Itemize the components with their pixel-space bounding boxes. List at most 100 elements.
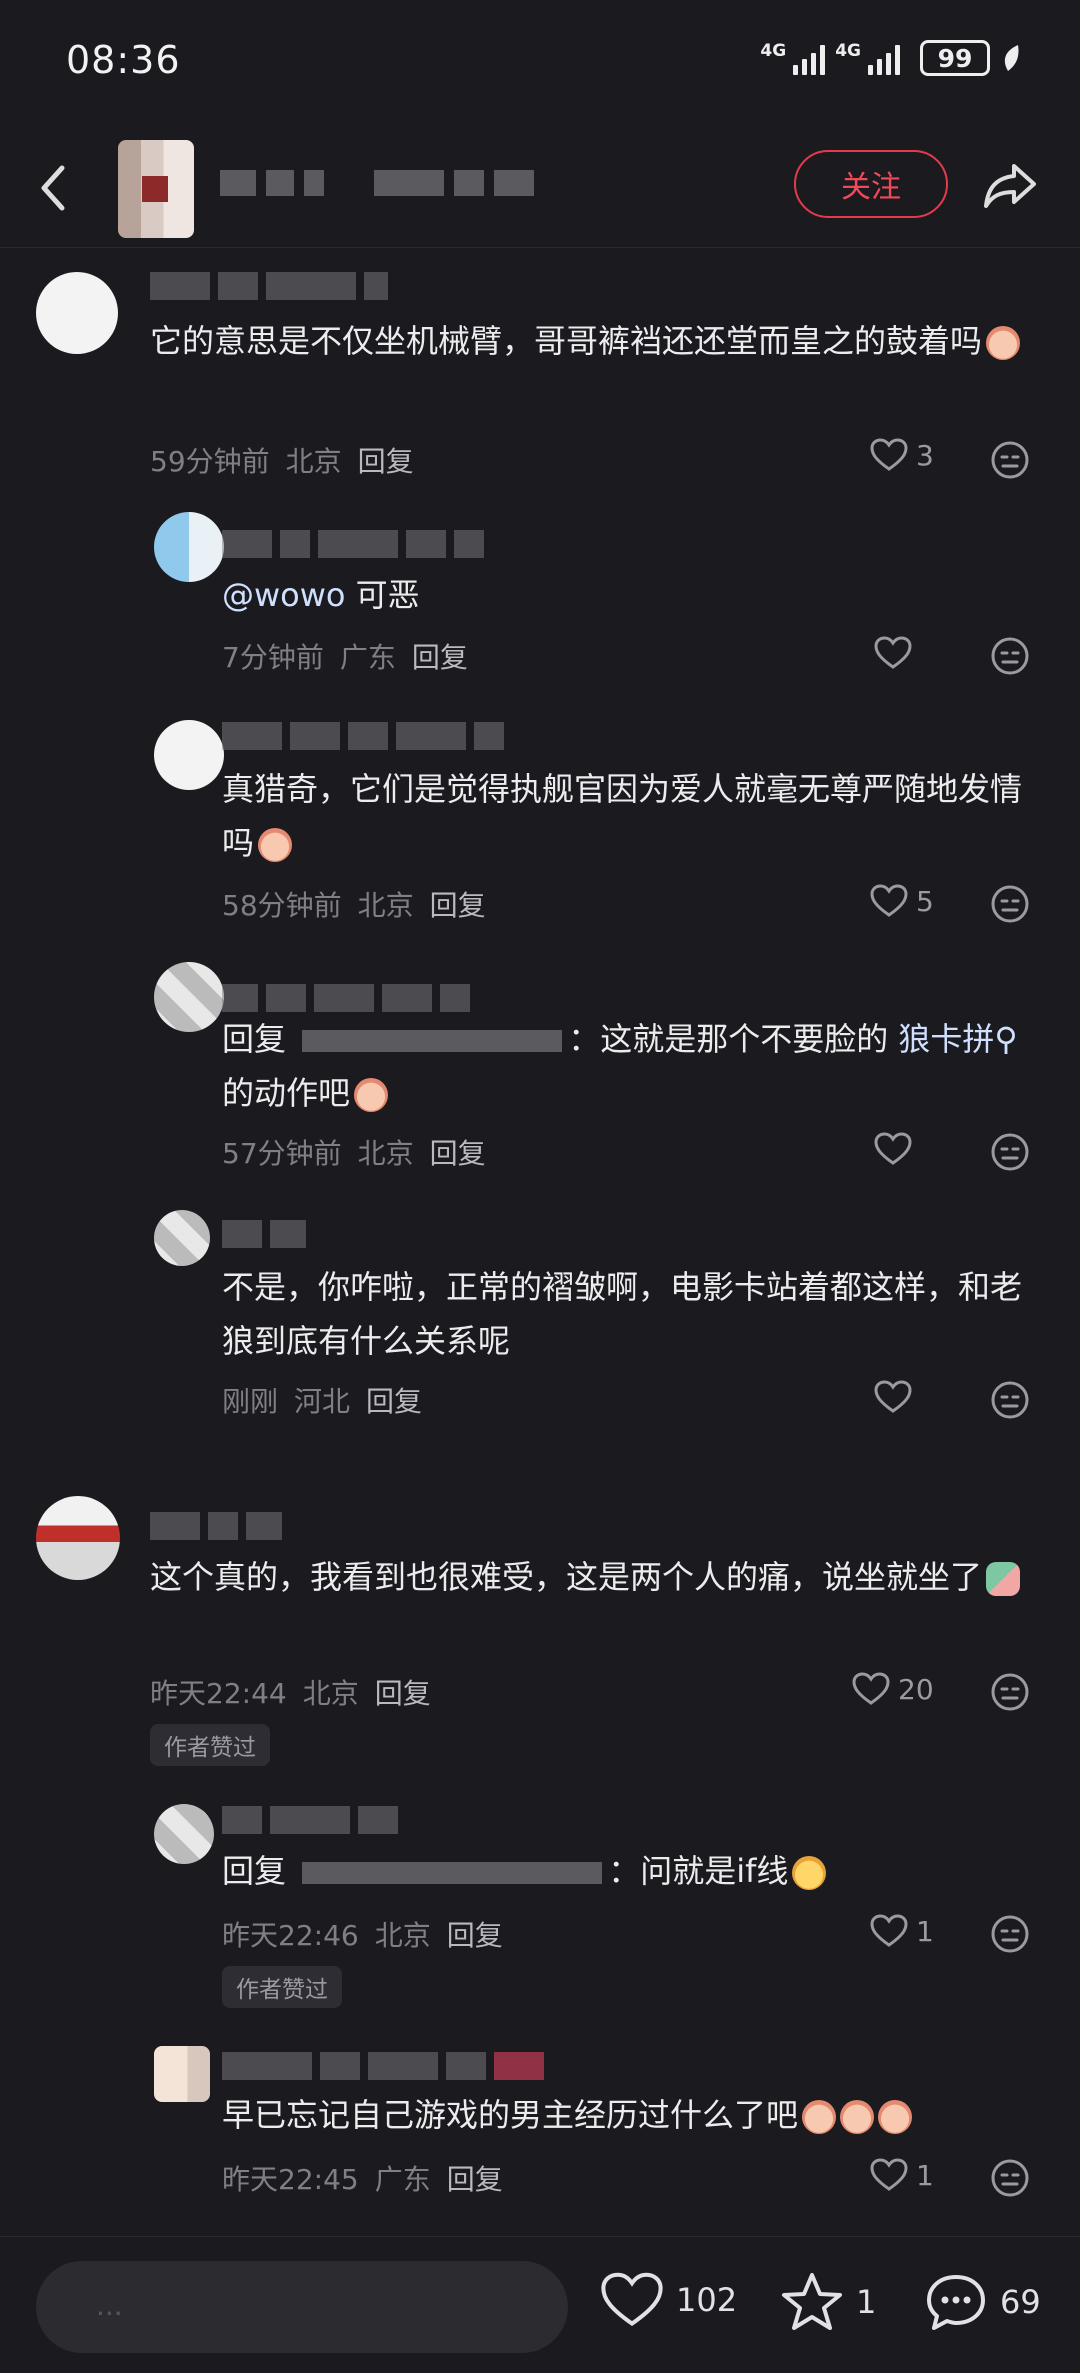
back-arrow-icon[interactable] xyxy=(30,158,80,218)
author-liked-badge: 作者赞过 xyxy=(222,1966,342,2008)
emoji-reaction-icon[interactable] xyxy=(990,1380,1030,1420)
reply-button[interactable]: 回复 xyxy=(430,884,486,924)
avatar[interactable] xyxy=(154,2046,210,2102)
emoji-reaction-icon[interactable] xyxy=(990,1914,1030,1954)
author-name-blurred[interactable] xyxy=(220,170,534,196)
comment-time: 57分钟前 xyxy=(222,1137,342,1170)
emoji-icon xyxy=(802,2100,837,2134)
comment-meta: 58分钟前 北京 回复 xyxy=(222,884,486,924)
star-icon xyxy=(782,2273,842,2330)
comment-location: 北京 xyxy=(357,1137,414,1170)
comment-time: 昨天22:45 xyxy=(222,2163,359,2196)
avatar[interactable] xyxy=(154,512,224,582)
like-button[interactable]: 3 xyxy=(870,438,934,472)
avatar[interactable] xyxy=(154,1210,210,1266)
reply-button[interactable]: 回复 xyxy=(447,1914,503,1954)
comment-time: 昨天22:46 xyxy=(222,1919,359,1952)
comment-location: 北京 xyxy=(302,1677,359,1710)
comment-text: @wowo 可恶 xyxy=(222,576,420,614)
comment-location: 广东 xyxy=(374,2163,431,2196)
emoji-icon xyxy=(986,326,1021,360)
avatar[interactable] xyxy=(36,1496,120,1580)
comment-input-placeholder: ... xyxy=(96,2289,123,2322)
like-count: 20 xyxy=(898,1672,934,1706)
like-count: 3 xyxy=(916,438,934,472)
network-type: 4G xyxy=(835,41,861,61)
like-button[interactable]: 20 xyxy=(852,1672,934,1706)
reply-button[interactable]: 回复 xyxy=(447,2158,503,2198)
like-button[interactable] xyxy=(874,1380,912,1414)
emoji-icon xyxy=(878,2100,913,2134)
username-blurred[interactable] xyxy=(222,530,484,558)
comment-text: 真猎奇，它们是觉得执舰官因为爱人就毫无尊严随地发情吗 xyxy=(222,770,1023,862)
comment-page: 08:36 4G 4G 99 关注 它的意思是不仅坐机械臂，哥哥裤裆还还堂而皇之… xyxy=(0,0,1080,2373)
reply-button[interactable]: 回复 xyxy=(412,636,468,676)
comment-meta: 昨天22:45 广东 回复 xyxy=(222,2158,503,2198)
heart-icon xyxy=(870,884,908,917)
username-blurred[interactable] xyxy=(150,1512,282,1540)
comment-time: 7分钟前 xyxy=(222,641,324,674)
avatar[interactable] xyxy=(154,1804,214,1864)
emoji-reaction-icon[interactable] xyxy=(990,884,1030,924)
username-blurred[interactable] xyxy=(150,272,388,300)
status-indicators: 4G 4G 99 xyxy=(760,40,1022,76)
search-icon[interactable]: ⚲ xyxy=(994,1020,1017,1058)
comments-button[interactable]: 69 xyxy=(924,2271,1041,2333)
emoji-reaction-icon[interactable] xyxy=(990,2158,1030,2198)
emoji-reaction-icon[interactable] xyxy=(990,1132,1030,1172)
comment-text: 回复 ：这就是那个不要脸的 狼卡拼⚲ 的动作吧 xyxy=(222,1020,1018,1112)
username-blurred[interactable] xyxy=(222,1220,306,1248)
like-button[interactable]: 1 xyxy=(870,1914,934,1948)
favorite-button[interactable]: 1 xyxy=(780,2271,876,2333)
status-time: 08:36 xyxy=(66,38,181,82)
avatar[interactable] xyxy=(36,272,118,354)
emoji-reaction-icon[interactable] xyxy=(990,1672,1030,1712)
avatar[interactable] xyxy=(154,962,224,1032)
username-blurred[interactable] xyxy=(222,2052,544,2080)
comment-meta: 57分钟前 北京 回复 xyxy=(222,1132,486,1172)
heart-icon xyxy=(870,1914,908,1947)
heart-icon xyxy=(874,636,912,669)
reply-button[interactable]: 回复 xyxy=(430,1132,486,1172)
reply-button[interactable]: 回复 xyxy=(375,1672,431,1712)
comment-location: 河北 xyxy=(294,1385,351,1418)
comment-location: 北京 xyxy=(357,889,414,922)
bottom-action-bar: ... 102 1 69 xyxy=(0,2236,1080,2373)
comment-meta: 刚刚 河北 回复 xyxy=(222,1380,422,1420)
keyword-link[interactable]: 狼卡拼 xyxy=(898,1020,994,1058)
username-blurred[interactable] xyxy=(222,984,470,1012)
comment-text: 它的意思是不仅坐机械臂，哥哥裤裆还还堂而皇之的鼓着吗 xyxy=(150,314,1030,368)
comment-location: 北京 xyxy=(285,445,342,478)
like-button[interactable]: 5 xyxy=(870,884,934,918)
emoji-reaction-icon[interactable] xyxy=(990,636,1030,676)
reply-button[interactable]: 回复 xyxy=(366,1380,422,1420)
emoji-reaction-icon[interactable] xyxy=(990,440,1030,480)
heart-icon xyxy=(870,438,908,471)
username-blurred[interactable] xyxy=(222,722,504,750)
author-avatar[interactable] xyxy=(118,140,194,238)
comment-time: 59分钟前 xyxy=(150,445,270,478)
comment-time: 58分钟前 xyxy=(222,889,342,922)
comment-text: 这个真的，我看到也很难受，这是两个人的痛，说坐就坐了 xyxy=(150,1550,1030,1604)
like-button[interactable]: 1 xyxy=(870,2158,934,2192)
comment-time: 刚刚 xyxy=(222,1385,279,1418)
battery-icon: 99 xyxy=(920,40,990,76)
reply-button[interactable]: 回复 xyxy=(358,440,414,480)
heart-icon xyxy=(874,1380,912,1413)
avatar[interactable] xyxy=(154,720,224,790)
like-post-button[interactable]: 102 xyxy=(600,2271,737,2329)
heart-icon xyxy=(852,1672,890,1705)
comment-meta: 昨天22:46 北京 回复 xyxy=(222,1914,503,1954)
follow-button[interactable]: 关注 xyxy=(794,150,948,218)
mention-link[interactable]: @wowo xyxy=(222,576,346,614)
comment-text: 回复 ：问就是if线 xyxy=(222,1844,1042,1898)
username-blurred[interactable] xyxy=(222,1806,398,1834)
emoji-icon xyxy=(354,1078,389,1112)
comment-input[interactable]: ... xyxy=(36,2261,568,2353)
network-type: 4G xyxy=(760,41,787,61)
like-button[interactable] xyxy=(874,1132,912,1166)
like-button[interactable] xyxy=(874,636,912,670)
share-icon[interactable] xyxy=(980,154,1040,214)
like-count: 1 xyxy=(916,1914,934,1948)
post-like-count: 102 xyxy=(676,2281,738,2319)
